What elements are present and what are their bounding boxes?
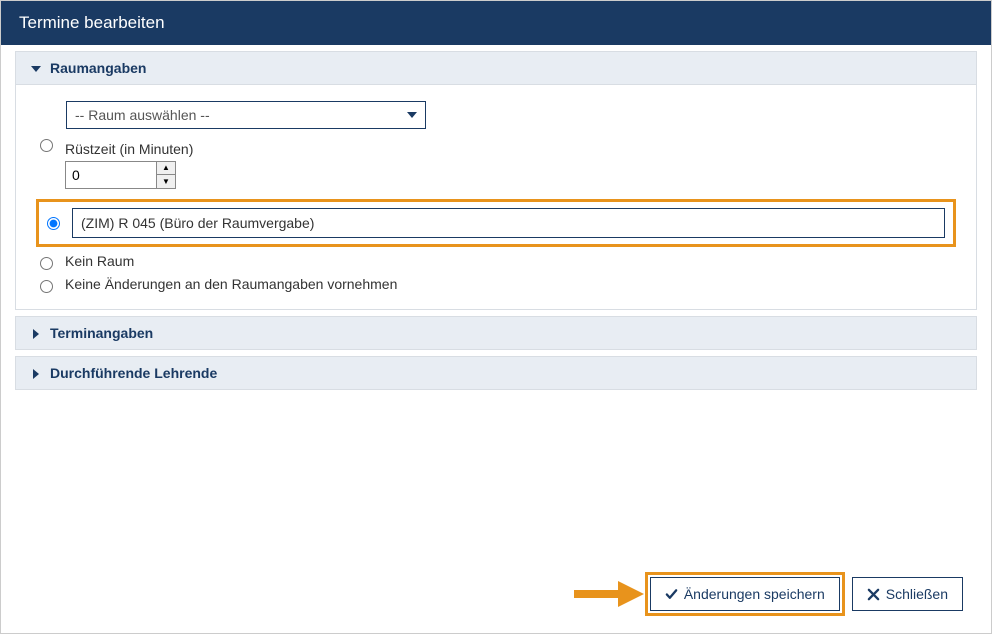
panel-header-lehrende[interactable]: Durchführende Lehrende [15,356,977,390]
ruestzeit-stepper: ▲ ▼ [65,161,176,189]
panel-title-terminangaben: Terminangaben [50,325,153,341]
room-nochange-label: Keine Änderungen an den Raumangaben vorn… [65,276,397,292]
room-option-nochange-row: Keine Änderungen an den Raumangaben vorn… [40,276,952,293]
spinner-down-button[interactable]: ▼ [157,175,175,188]
room-freetext-highlight [36,199,956,247]
room-option-select-row: Rüstzeit (in Minuten) ▲ ▼ [40,135,952,189]
room-radio-nochange[interactable] [40,280,53,293]
chevron-right-icon [30,367,42,379]
annotation-arrow-icon [574,581,644,607]
ruestzeit-label: Rüstzeit (in Minuten) [65,141,952,157]
spinner-up-button[interactable]: ▲ [157,162,175,175]
room-radio-none[interactable] [40,257,53,270]
room-select[interactable]: -- Raum auswählen -- [66,101,426,129]
panel-header-raumangaben[interactable]: Raumangaben [15,51,977,85]
room-radio-freetext[interactable] [47,217,60,230]
room-none-label: Kein Raum [65,253,134,269]
room-option-none-row: Kein Raum [40,253,952,270]
dialog-footer: Änderungen speichern Schließen [1,563,991,633]
panel-title-lehrende: Durchführende Lehrende [50,365,217,381]
chevron-down-icon [30,62,42,74]
room-freetext-input[interactable] [72,208,945,238]
panel-header-terminangaben[interactable]: Terminangaben [15,316,977,350]
dialog-body: Raumangaben -- Raum auswählen -- Rüstzei… [1,45,991,563]
save-button-label: Änderungen speichern [684,586,825,602]
check-icon [665,588,678,601]
close-button[interactable]: Schließen [852,577,963,611]
close-icon [867,588,880,601]
room-radio-select[interactable] [40,139,53,152]
ruestzeit-spinner: ▲ ▼ [156,162,175,188]
edit-appointments-dialog: Termine bearbeiten Raumangaben -- Raum a… [0,0,992,634]
save-button[interactable]: Änderungen speichern [650,577,840,611]
panel-title-raumangaben: Raumangaben [50,60,146,76]
panel-content-raumangaben: -- Raum auswählen -- Rüstzeit (in Minute… [15,85,977,310]
chevron-right-icon [30,327,42,339]
close-button-label: Schließen [886,586,948,602]
dialog-title: Termine bearbeiten [1,1,991,45]
ruestzeit-input[interactable] [66,162,156,188]
